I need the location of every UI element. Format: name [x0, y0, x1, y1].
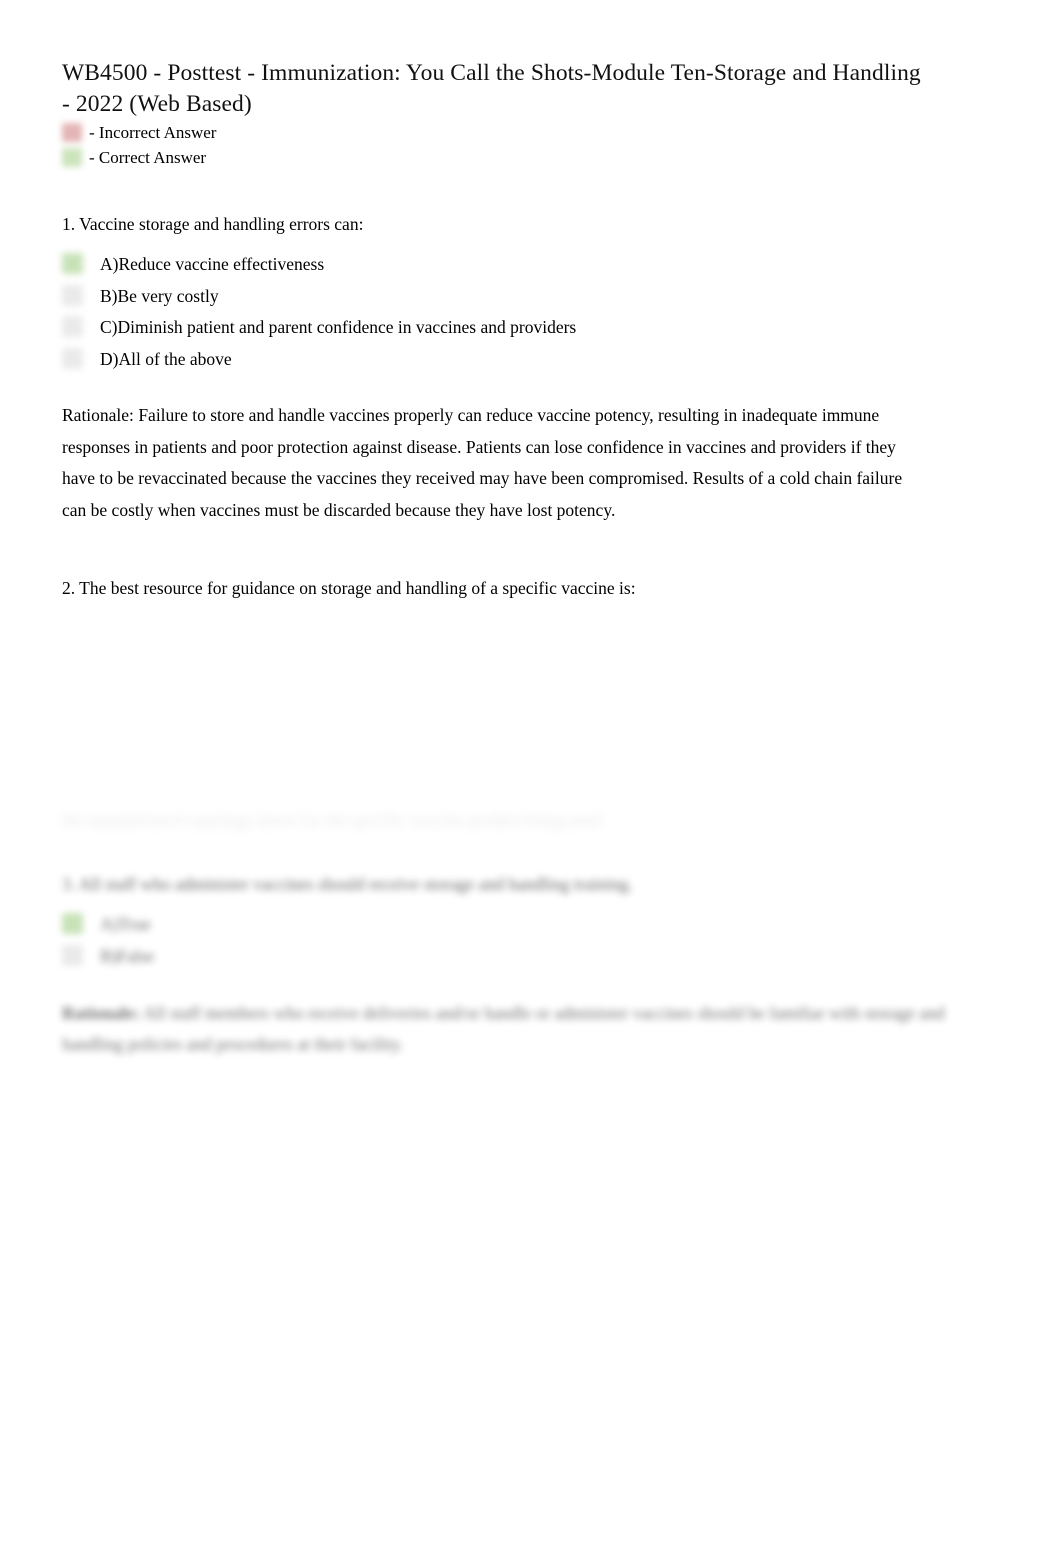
- question-1-option-a[interactable]: A)Reduce vaccine effectiveness: [62, 249, 962, 281]
- option-label: C)Diminish patient and parent confidence…: [100, 317, 577, 337]
- option-label: D)All of the above: [100, 348, 232, 369]
- option-state-swatch-icon: [62, 913, 83, 934]
- document-page: WB4500 - Posttest - Immunization: You Ca…: [0, 0, 1062, 1561]
- question-2: 2. The best resource for guidance on sto…: [62, 576, 962, 600]
- question-3-option-a[interactable]: A)True: [62, 909, 962, 941]
- question-1: 1. Vaccine storage and handling errors c…: [62, 212, 962, 375]
- option-label: B)False: [100, 945, 155, 966]
- rationale-text: Failure to store and handle vaccines pro…: [62, 405, 903, 520]
- option-state-swatch-icon: [62, 944, 83, 966]
- question-3-stem: 3. All staff who administer vaccines sho…: [62, 874, 633, 894]
- question-1-option-c[interactable]: C)Diminish patient and parent confidence…: [62, 312, 962, 344]
- question-3-rationale: Rationale: All staff members who receive…: [62, 998, 967, 1060]
- incorrect-answer-swatch-icon: [62, 123, 82, 142]
- option-state-swatch-icon: [62, 253, 83, 274]
- option-state-swatch-icon: [62, 316, 83, 337]
- question-3-option-b[interactable]: B)False: [62, 941, 962, 973]
- question-1-option-d[interactable]: D)All of the above: [62, 344, 962, 376]
- faint-residual-text-line: the manufacturer's package insert for th…: [62, 810, 601, 830]
- question-1-option-b[interactable]: B)Be very costly: [62, 281, 962, 313]
- legend-label-incorrect: - Incorrect Answer: [89, 123, 217, 142]
- rationale-label: Rationale:: [62, 1003, 140, 1023]
- question-2-stem: 2. The best resource for guidance on sto…: [62, 578, 636, 598]
- question-1-stem: 1. Vaccine storage and handling errors c…: [62, 214, 364, 234]
- rationale-label: Rationale:: [62, 405, 134, 425]
- correct-answer-swatch-icon: [62, 148, 82, 167]
- option-label: B)Be very costly: [100, 285, 219, 306]
- page-title: WB4500 - Posttest - Immunization: You Ca…: [62, 60, 921, 117]
- legend-row-correct: - Correct Answer: [62, 145, 562, 170]
- legend-row-incorrect: - Incorrect Answer: [62, 120, 562, 145]
- answer-key-legend: - Incorrect Answer - Correct Answer: [62, 120, 562, 170]
- legend-label-correct: - Correct Answer: [89, 148, 207, 167]
- question-3: 3. All staff who administer vaccines sho…: [62, 872, 962, 972]
- option-state-swatch-icon: [62, 284, 83, 306]
- question-1-options: A)Reduce vaccine effectiveness B)Be very…: [62, 249, 962, 375]
- option-label: A)Reduce vaccine effectiveness: [100, 254, 325, 274]
- question-3-options: A)True B)False: [62, 909, 962, 972]
- option-label: A)True: [100, 914, 151, 934]
- option-state-swatch-icon: [62, 347, 83, 369]
- rationale-text: All staff members who receive deliveries…: [62, 1003, 945, 1054]
- question-1-rationale: Rationale: Failure to store and handle v…: [62, 400, 907, 526]
